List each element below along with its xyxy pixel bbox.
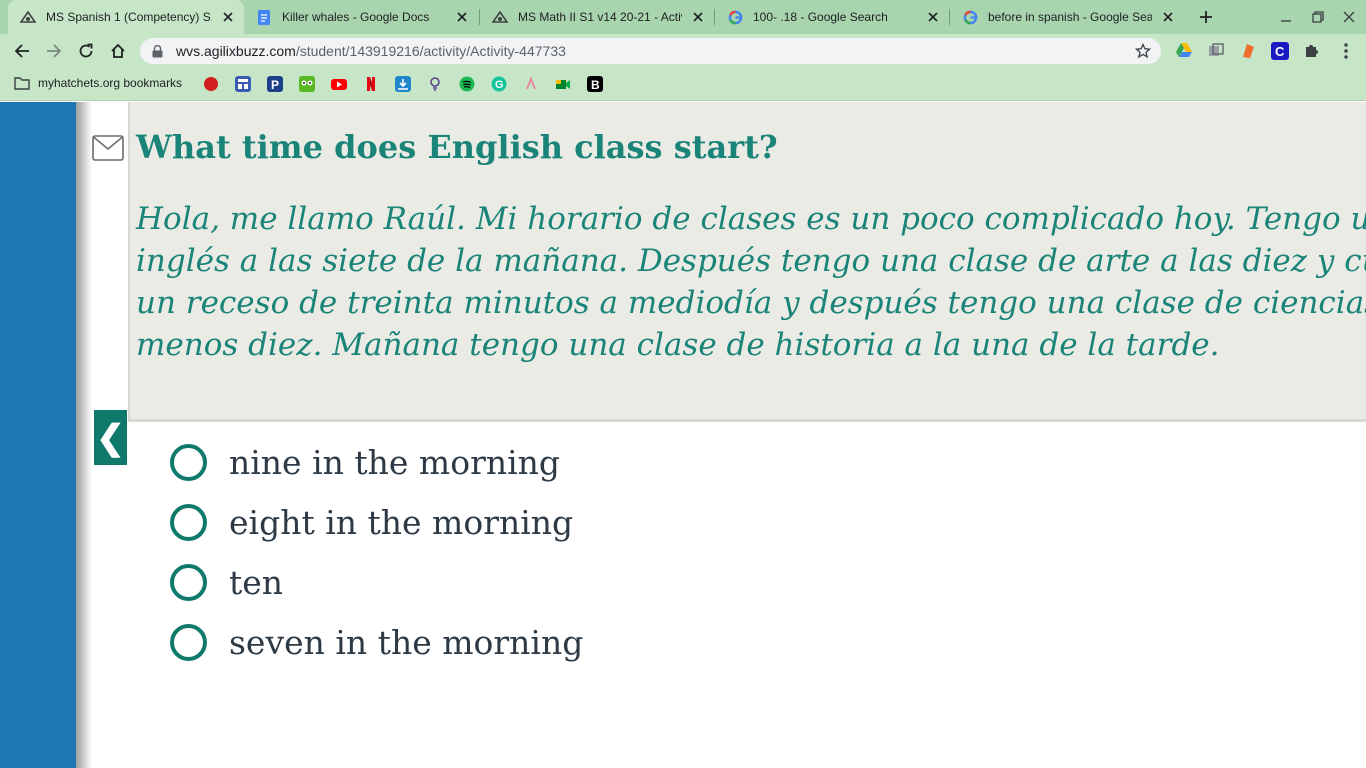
back-button[interactable]: [10, 39, 34, 63]
radio-button[interactable]: [170, 563, 207, 601]
chevron-left-icon: ❮: [96, 418, 125, 457]
window-close-button[interactable]: [1338, 6, 1360, 28]
menu-kebab-icon[interactable]: [1337, 42, 1355, 60]
tab-spanish[interactable]: MS Spanish 1 (Competency) S1: [8, 0, 244, 34]
tab-title: MS Spanish 1 (Competency) S1: [46, 10, 212, 24]
passage-line: un receso de treinta minutos a mediodía …: [136, 285, 1366, 321]
page-content: What time does English class start? Hola…: [0, 102, 1366, 768]
lightbulb-icon[interactable]: [427, 76, 443, 92]
answer-option[interactable]: ten: [170, 552, 583, 612]
restore-icon: [1312, 11, 1324, 23]
forward-button[interactable]: [42, 39, 66, 63]
radio-button[interactable]: [170, 503, 207, 541]
url-host: wvs.agilixbuzz.com: [176, 43, 296, 59]
answer-options: nine in the morning eight in the morning…: [170, 432, 583, 672]
arrow-left-icon: [14, 44, 29, 58]
reload-icon: [79, 43, 93, 58]
new-tab-button[interactable]: [1194, 5, 1218, 29]
tab-strip: MS Spanish 1 (Competency) S1 Killer whal…: [0, 0, 1366, 34]
passage-line: inglés a las siete de la mañana. Después…: [136, 243, 1366, 279]
answer-option[interactable]: seven in the morning: [170, 612, 583, 672]
spotify-icon[interactable]: [459, 76, 475, 92]
radio-button[interactable]: [170, 443, 207, 481]
tab-killer-whales[interactable]: Killer whales - Google Docs: [244, 0, 478, 34]
extension-icon[interactable]: [1239, 42, 1257, 60]
plus-icon: [1200, 11, 1212, 23]
reload-button[interactable]: [74, 39, 98, 63]
course-sidebar: [0, 102, 76, 768]
passage-line: Hola, me llamo Raúl. Mi horario de clase…: [136, 201, 1366, 237]
minimize-icon: [1281, 20, 1291, 22]
close-icon[interactable]: [220, 9, 236, 25]
svg-text:C: C: [1275, 44, 1285, 59]
question-prompt: What time does English class start?: [136, 128, 778, 166]
tab-title: before in spanish - Google Searc: [988, 10, 1152, 24]
tab-title: MS Math II S1 v14 20-21 - Activi: [518, 10, 682, 24]
restore-button[interactable]: [1307, 6, 1329, 28]
close-icon[interactable]: [454, 9, 470, 25]
close-icon[interactable]: [690, 9, 706, 25]
bookmark-icon[interactable]: [299, 76, 315, 92]
tab-math[interactable]: MS Math II S1 v14 20-21 - Activi: [480, 0, 714, 34]
url-path: /student/143919216/activity/Activity-447…: [295, 43, 566, 59]
tab-google-search-2[interactable]: before in spanish - Google Searc: [950, 0, 1184, 34]
home-icon: [111, 43, 125, 58]
answer-option[interactable]: nine in the morning: [170, 432, 583, 492]
arrow-right-icon: [47, 44, 62, 58]
folder-icon: [14, 77, 30, 90]
tab-title: Killer whales - Google Docs: [282, 10, 430, 24]
close-icon: [1343, 11, 1355, 23]
bookmark-icon[interactable]: [203, 76, 219, 92]
address-bar[interactable]: wvs.agilixbuzz.com/student/143919216/act…: [140, 38, 1161, 64]
collapse-panel-button[interactable]: ❮: [94, 410, 127, 465]
home-button[interactable]: [106, 39, 130, 63]
bookmark-icon[interactable]: P: [267, 76, 283, 92]
svg-text:B: B: [591, 78, 600, 92]
buzz-icon: [20, 9, 36, 25]
grammarly-icon[interactable]: G: [491, 76, 507, 92]
buzz-icon: [492, 9, 508, 25]
svg-text:P: P: [271, 78, 279, 92]
tab-title: 100- .18 - Google Search: [753, 10, 888, 24]
docs-icon: [256, 9, 272, 25]
answer-option-label: eight in the morning: [229, 502, 574, 542]
puzzle-icon[interactable]: [1303, 42, 1321, 60]
answer-option-label: nine in the morning: [229, 442, 561, 482]
bookmark-icon[interactable]: B: [587, 76, 603, 92]
download-icon[interactable]: [395, 76, 411, 92]
netflix-icon[interactable]: [363, 76, 379, 92]
minimize-button[interactable]: [1275, 6, 1297, 28]
close-icon[interactable]: [1160, 9, 1176, 25]
sidebar-shadow: [76, 102, 92, 768]
tab-google-search-1[interactable]: 100- .18 - Google Search: [715, 0, 949, 34]
bookmark-icon[interactable]: [235, 76, 251, 92]
radio-button[interactable]: [170, 623, 207, 661]
extension-icon[interactable]: C: [1271, 42, 1289, 60]
answer-option-label: seven in the morning: [229, 622, 584, 662]
bookmark-star-icon[interactable]: [1134, 42, 1152, 59]
lock-icon: [152, 44, 166, 58]
drive-icon[interactable]: [1175, 42, 1193, 60]
bookmark-icon[interactable]: [523, 76, 539, 92]
youtube-icon[interactable]: [331, 76, 347, 92]
google-icon: [727, 9, 743, 25]
google-icon: [962, 9, 978, 25]
extension-icon[interactable]: [1207, 42, 1225, 60]
mail-icon[interactable]: [92, 135, 124, 161]
passage-line: menos diez. Mañana tengo una clase de hi…: [136, 327, 1220, 363]
bookmark-folder-label: myhatchets.org bookmarks: [38, 76, 183, 90]
reading-passage: Hola, me llamo Raúl. Mi horario de clase…: [136, 198, 1366, 366]
svg-text:G: G: [495, 79, 504, 91]
bookmark-folder[interactable]: myhatchets.org bookmarks: [14, 76, 182, 90]
close-icon[interactable]: [925, 9, 941, 25]
answer-option-label: ten: [229, 562, 284, 602]
google-meet-icon[interactable]: [555, 76, 571, 92]
answer-option[interactable]: eight in the morning: [170, 492, 583, 552]
